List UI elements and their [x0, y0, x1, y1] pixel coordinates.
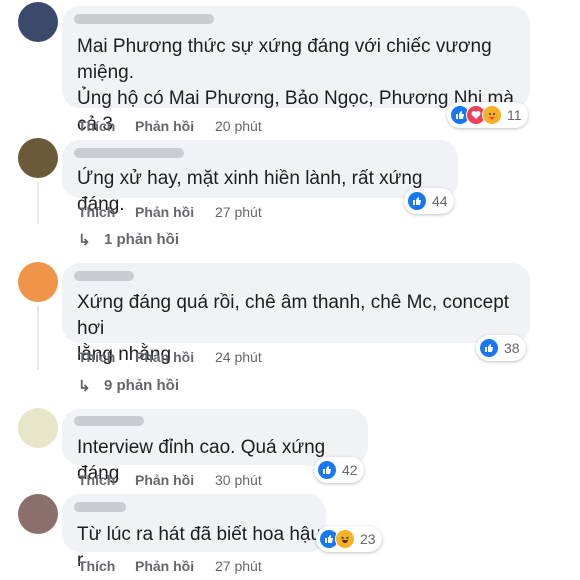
like-button[interactable]: Thích	[78, 558, 115, 574]
reaction-summary[interactable]: 23	[316, 526, 382, 552]
reaction-count: 11	[507, 107, 522, 123]
thread-line	[37, 182, 39, 224]
reply-button[interactable]: Phản hồi	[135, 349, 194, 365]
author-name-blurred[interactable]	[74, 271, 134, 281]
like-button[interactable]: Thích	[78, 118, 115, 134]
author-name-blurred[interactable]	[74, 14, 214, 24]
timestamp[interactable]: 27 phút	[215, 558, 262, 574]
like-button[interactable]: Thích	[78, 349, 115, 365]
timestamp[interactable]: 20 phút	[215, 118, 262, 134]
care-icon	[482, 105, 502, 125]
reply-arrow-icon: ↳	[78, 378, 91, 395]
reaction-summary[interactable]: 38	[476, 335, 526, 361]
timestamp[interactable]: 30 phút	[215, 472, 262, 488]
reply-arrow-icon: ↳	[78, 232, 91, 249]
thread-line	[37, 306, 39, 370]
reply-button[interactable]: Phản hồi	[135, 118, 194, 134]
comment-bubble: Interview đỉnh cao. Quá xứng đáng 42	[62, 409, 368, 484]
timestamp[interactable]: 24 phút	[215, 349, 262, 365]
like-icon	[479, 338, 499, 358]
like-icon	[317, 460, 337, 480]
avatar[interactable]	[18, 408, 58, 448]
reply-button[interactable]: Phản hồi	[135, 204, 194, 220]
like-button[interactable]: Thích	[78, 204, 115, 220]
reaction-count: 42	[342, 462, 358, 478]
haha-icon	[335, 529, 355, 549]
timestamp[interactable]: 27 phút	[215, 204, 262, 220]
reply-button[interactable]: Phản hồi	[135, 472, 194, 488]
reaction-count: 44	[432, 193, 448, 209]
comment-bubble: Mai Phương thức sự xứng đáng với chiếc v…	[62, 6, 530, 161]
comment-bubble: Xứng đáng quá rồi, chê âm thanh, chê Mc,…	[62, 263, 530, 365]
avatar[interactable]	[18, 2, 58, 42]
reaction-summary[interactable]: 42	[314, 457, 364, 483]
comment-bubble: Từ lúc ra hát đã biết hoa hậu r 23	[62, 494, 382, 571]
reaction-count: 23	[360, 531, 376, 547]
comment-bubble: Ứng xử hay, mặt xinh hiền lành, rất xứng…	[62, 140, 458, 215]
avatar[interactable]	[18, 262, 58, 302]
author-name-blurred[interactable]	[74, 148, 184, 158]
like-button[interactable]: Thích	[78, 472, 115, 488]
author-name-blurred[interactable]	[74, 502, 126, 512]
reaction-summary[interactable]: 44	[404, 188, 454, 214]
reaction-count: 38	[504, 340, 520, 356]
author-name-blurred[interactable]	[74, 416, 144, 426]
avatar[interactable]	[18, 138, 58, 178]
reply-button[interactable]: Phản hồi	[135, 558, 194, 574]
like-icon	[407, 191, 427, 211]
avatar[interactable]	[18, 494, 58, 534]
reaction-summary[interactable]: 11	[447, 102, 528, 128]
